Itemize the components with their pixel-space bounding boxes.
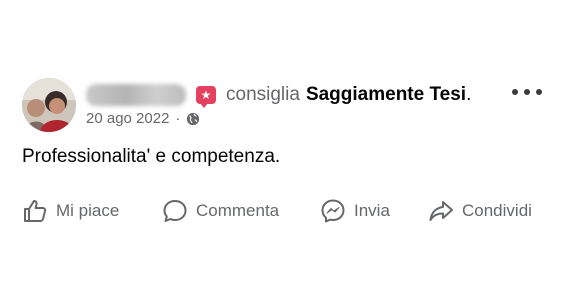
thumbs-up-icon: [24, 200, 47, 222]
comment-icon: [163, 200, 187, 222]
send-label: Invia: [354, 201, 390, 220]
post-date[interactable]: 20 ago 2022: [86, 110, 169, 127]
post-headline: ★ consiglia Saggiamente Tesi .: [86, 81, 471, 109]
recommendation-badge-icon: ★: [196, 86, 216, 108]
avatar[interactable]: [22, 78, 76, 132]
globe-icon: [187, 112, 200, 125]
share-label: Condividi: [462, 201, 532, 220]
post-meta: 20 ago 2022 ·: [86, 110, 200, 127]
page-name-link[interactable]: Saggiamente Tesi: [306, 84, 466, 106]
comment-button[interactable]: Commenta: [162, 198, 279, 224]
post-actions: Mi piace Commenta Invia Condividi: [22, 194, 542, 228]
send-button[interactable]: Invia: [320, 198, 390, 224]
messenger-icon: [321, 199, 345, 223]
share-icon: [429, 201, 453, 221]
page-name-suffix: .: [466, 84, 472, 105]
comment-label: Commenta: [196, 201, 280, 220]
meta-separator: ·: [175, 110, 181, 127]
recommend-verb: consiglia: [226, 84, 300, 105]
post-text: Professionalita' e competenza.: [22, 146, 281, 167]
author-name-blurred[interactable]: [86, 84, 186, 106]
like-button[interactable]: Mi piace: [22, 198, 119, 224]
review-post: ★ consiglia Saggiamente Tesi . 20 ago 20…: [0, 0, 563, 300]
like-label: Mi piace: [56, 201, 120, 220]
more-options-icon[interactable]: [512, 84, 542, 100]
share-button[interactable]: Condividi: [428, 198, 532, 224]
post-header: ★ consiglia Saggiamente Tesi . 20 ago 20…: [22, 78, 542, 134]
